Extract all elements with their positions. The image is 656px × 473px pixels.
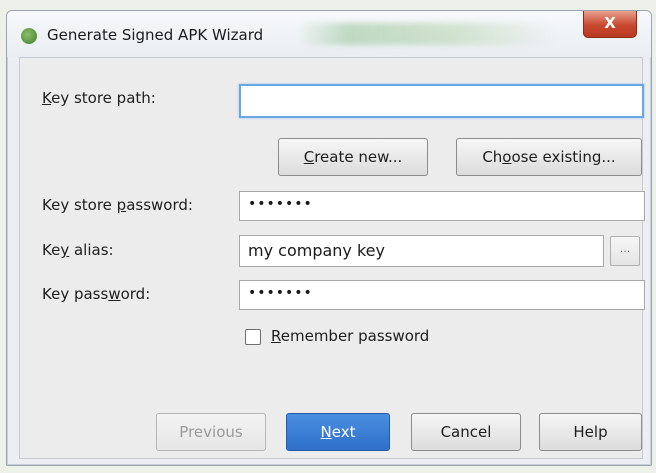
window-title: Generate Signed APK Wizard <box>47 26 264 44</box>
android-studio-icon <box>21 28 37 44</box>
key-store-path-label: Key store path: <box>42 89 156 107</box>
key-password-input[interactable]: ••••••• <box>239 280 645 310</box>
ellipsis-icon: ... <box>619 242 631 255</box>
title-bar[interactable]: Generate Signed APK Wizard X <box>7 11 651 57</box>
close-button[interactable]: X <box>583 11 637 38</box>
key-store-password-label: Key store password: <box>42 196 193 214</box>
dialog-content: Key store path: Create new... Choose exi… <box>19 57 645 459</box>
remember-password-label[interactable]: Remember password <box>271 327 429 345</box>
browse-alias-button[interactable]: ... <box>610 236 640 266</box>
dialog-window: Generate Signed APK Wizard X Key store p… <box>6 10 652 466</box>
help-button[interactable]: Help <box>539 413 642 451</box>
key-alias-label: Key alias: <box>42 241 114 259</box>
previous-button[interactable]: Previous <box>156 413 266 451</box>
create-new-button[interactable]: Create new... <box>278 138 428 176</box>
choose-existing-button[interactable]: Choose existing... <box>456 138 642 176</box>
remember-password-checkbox[interactable] <box>245 329 261 345</box>
key-password-label: Key password: <box>42 285 151 303</box>
key-store-path-input[interactable] <box>239 84 644 118</box>
next-button[interactable]: Next <box>286 413 390 451</box>
cancel-button[interactable]: Cancel <box>411 413 521 451</box>
key-store-password-input[interactable]: ••••••• <box>239 191 645 221</box>
title-bar-blur <box>297 23 557 45</box>
close-icon: X <box>604 14 616 32</box>
key-alias-input[interactable]: my company key <box>239 235 604 267</box>
